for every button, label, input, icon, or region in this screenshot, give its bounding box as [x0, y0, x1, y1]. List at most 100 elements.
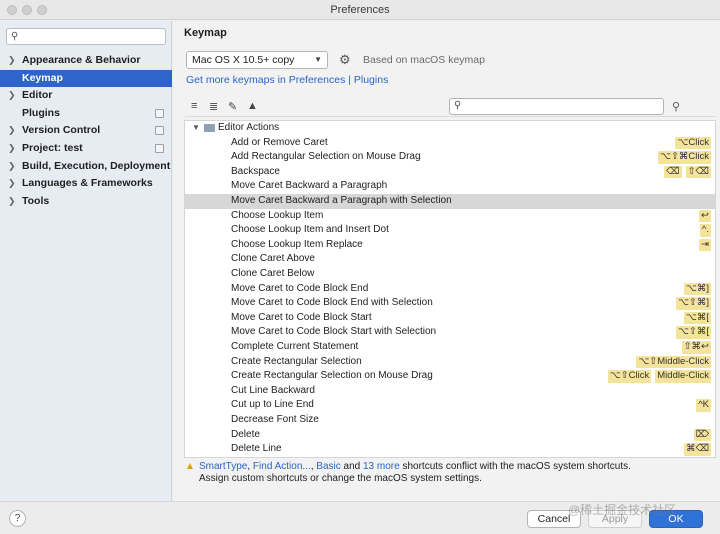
- action-name: Delete: [231, 428, 260, 440]
- sidebar-item-label: Languages & Frameworks: [22, 177, 153, 190]
- action-row[interactable]: Add Rectangular Selection on Mouse Drag ⌥…: [185, 150, 715, 165]
- action-row[interactable]: Complete Current Statement ⇧⌘↩: [185, 340, 715, 355]
- settings-search-input[interactable]: ⚲: [6, 28, 166, 45]
- chevron-right-icon[interactable]: ❯: [8, 158, 16, 175]
- sidebar-item[interactable]: ❯ Build, Execution, Deployment: [0, 158, 172, 175]
- shortcut-list: ↩: [699, 209, 711, 223]
- chevron-right-icon[interactable]: ❯: [8, 193, 16, 210]
- shortcut-badge: ⌥⌘[: [683, 311, 711, 325]
- conflict-link-basic[interactable]: Basic: [316, 461, 340, 472]
- find-by-shortcut-icon[interactable]: ⚲: [672, 100, 680, 113]
- chevron-right-icon[interactable]: ❯: [8, 175, 16, 192]
- settings-sidebar: ⚲ ❯ Appearance & Behavior Keymap ❯ Editor Plu…: [0, 21, 172, 501]
- collapse-all-icon[interactable]: ≣: [209, 100, 218, 113]
- sidebar-item[interactable]: ❯ Project: test: [0, 140, 172, 157]
- folder-icon: [204, 124, 215, 132]
- action-row[interactable]: Move Caret Backward a Paragraph with Sel…: [185, 194, 715, 209]
- action-name: Cut Line Backward: [231, 384, 315, 396]
- shortcut-badge: ⌥⇧Middle-Click: [636, 355, 711, 369]
- action-row[interactable]: Cut Line Backward: [185, 384, 715, 399]
- action-name: Move Caret to Code Block End: [231, 282, 369, 294]
- action-search-input[interactable]: ⚲: [449, 98, 664, 115]
- search-icon: ⚲: [454, 100, 462, 111]
- chevron-right-icon[interactable]: ❯: [8, 87, 16, 104]
- warning-filter-icon[interactable]: ▲: [247, 100, 258, 112]
- action-name: Choose Lookup Item and Insert Dot: [231, 224, 389, 236]
- sidebar-item-label: Project: test: [22, 142, 83, 154]
- based-on-label: Based on macOS keymap: [363, 54, 485, 66]
- sidebar-item-label: Keymap: [22, 71, 63, 84]
- gear-icon[interactable]: ⚙: [339, 52, 351, 68]
- shortcut-badge: ⇥: [699, 238, 711, 252]
- action-row[interactable]: Move Caret Backward a Paragraph: [185, 179, 715, 194]
- expand-all-icon[interactable]: ≡: [191, 100, 197, 112]
- action-row[interactable]: Decrease Font Size: [185, 413, 715, 428]
- project-settings-icon: [155, 108, 164, 118]
- action-name: Clone Caret Below: [231, 268, 315, 279]
- tree-group-editor-actions[interactable]: ▼ Editor Actions: [185, 121, 715, 136]
- action-row[interactable]: Backspace ⌫ ⇧⌫: [185, 165, 715, 180]
- action-name: Clone Caret Above: [231, 253, 315, 265]
- action-row[interactable]: Move Caret to Code Block Start with Sele…: [185, 325, 715, 340]
- sidebar-item-label: Plugins: [22, 106, 60, 119]
- shortcut-list: ⌥⇧⌘]: [675, 297, 711, 310]
- action-row[interactable]: Move Caret to Code Block End ⌥⌘]: [185, 282, 715, 297]
- sidebar-item[interactable]: ❯ Tools: [0, 193, 172, 210]
- shortcut-badge: ⌫: [664, 165, 682, 179]
- shortcut-list: ⌫ ⇧⌫: [664, 165, 711, 179]
- sidebar-item[interactable]: ❯ Appearance & Behavior: [0, 52, 172, 69]
- conflict-link-more[interactable]: 13 more: [363, 461, 400, 472]
- action-row[interactable]: Cut up to Line End ^K: [185, 398, 715, 413]
- action-row[interactable]: Add or Remove Caret ⌥Click: [185, 136, 715, 151]
- shortcut-list: ⌥⌘[: [683, 311, 711, 325]
- action-row[interactable]: Choose Lookup Item ↩: [185, 209, 715, 224]
- keymap-select[interactable]: Mac OS X 10.5+ copy ▼: [186, 51, 328, 69]
- action-row[interactable]: Choose Lookup Item and Insert Dot ^.: [185, 223, 715, 238]
- shortcut-list: ⌥⌘]: [683, 282, 711, 296]
- shortcut-badge: ⌥⇧Click: [607, 370, 652, 383]
- get-more-keymaps-link[interactable]: Get more keymaps in Preferences | Plugin…: [186, 74, 388, 86]
- sidebar-item[interactable]: ❯ Version Control: [0, 122, 172, 139]
- action-row[interactable]: Create Rectangular Selection on Mouse Dr…: [185, 369, 715, 384]
- shortcut-list: ⌥⇧⌘Click: [658, 151, 711, 164]
- action-row[interactable]: Move Caret to Code Block Start ⌥⌘[: [185, 311, 715, 326]
- watermark: @稀土掘金技术社区: [568, 503, 677, 517]
- sidebar-item-label: Version Control: [22, 124, 101, 137]
- action-row[interactable]: Delete Line ⌘⌫: [185, 442, 715, 457]
- conflict-link-smarttype[interactable]: SmartType: [199, 461, 247, 472]
- sidebar-item[interactable]: ❯ Languages & Frameworks: [0, 175, 172, 192]
- action-row[interactable]: Choose Lookup Item Replace ⇥: [185, 238, 715, 253]
- shortcut-list: ⌥⇧Middle-Click: [636, 355, 711, 369]
- tree-group-label: Editor Actions: [218, 122, 280, 133]
- sidebar-item[interactable]: ❯ Editor: [0, 87, 172, 104]
- action-row[interactable]: Delete ⌦: [185, 428, 715, 443]
- action-row[interactable]: Create Rectangular Selection ⌥⇧Middle-Cli…: [185, 355, 715, 370]
- shortcut-list: ⌥Click: [675, 136, 711, 150]
- keymap-panel: Keymap Mac OS X 10.5+ copy ▼ ⚙ Based on …: [173, 21, 720, 501]
- sidebar-item-label: Tools: [22, 194, 50, 207]
- help-button[interactable]: ?: [9, 510, 26, 527]
- edit-icon[interactable]: ✎: [228, 100, 237, 113]
- sidebar-item[interactable]: Keymap: [0, 69, 172, 87]
- shortcut-badge: Middle-Click: [655, 370, 711, 383]
- chevron-down-icon[interactable]: ▼: [192, 121, 200, 136]
- action-tree: ▼ Editor Actions Add or Remove Caret ⌥Cli…: [184, 120, 716, 458]
- sidebar-item-label: Editor: [22, 89, 53, 102]
- shortcut-badge: ⌦: [693, 428, 711, 442]
- conflict-hint: Assign custom shortcuts or change the ma…: [199, 473, 482, 484]
- action-name: Move Caret to Code Block End with Select…: [231, 297, 433, 309]
- sidebar-item-label: Build, Execution, Deployment: [22, 159, 171, 172]
- chevron-right-icon[interactable]: ❯: [8, 52, 16, 69]
- action-row[interactable]: Clone Caret Below: [185, 267, 715, 282]
- action-row[interactable]: Move Caret to Code Block End with Select…: [185, 296, 715, 311]
- chevron-right-icon[interactable]: ❯: [8, 122, 16, 139]
- chevron-right-icon[interactable]: ❯: [8, 140, 16, 157]
- page-title: Keymap: [184, 27, 227, 39]
- conflict-link-find-action[interactable]: Find Action...: [253, 461, 311, 472]
- action-name: Create Rectangular Selection: [231, 355, 362, 367]
- shortcut-list: ^.: [699, 224, 711, 237]
- action-name: Delete Line: [231, 443, 282, 455]
- action-row[interactable]: Clone Caret Above: [185, 252, 715, 267]
- shortcut-badge: ⇧⌫: [685, 165, 711, 179]
- sidebar-item[interactable]: Plugins: [0, 105, 172, 122]
